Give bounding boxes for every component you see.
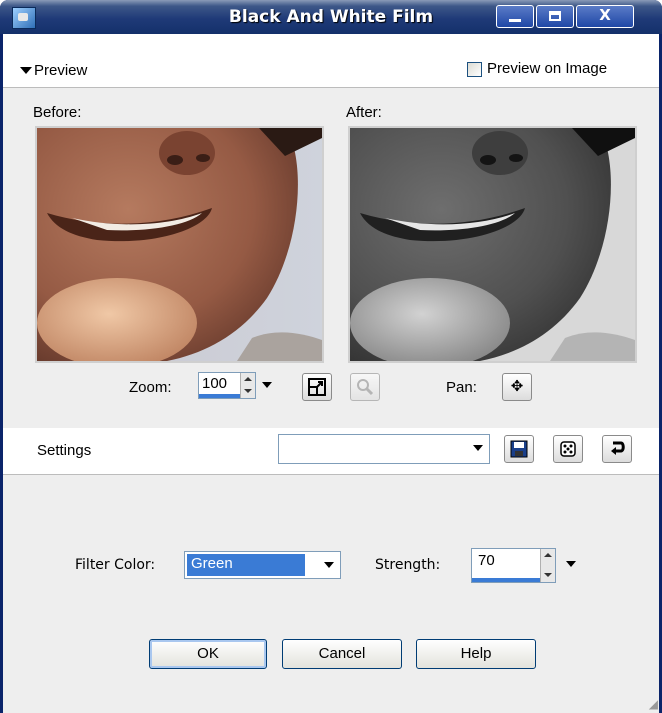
zoom-spinner[interactable]: 100 [198, 372, 256, 399]
reset-button[interactable] [602, 435, 632, 463]
dialog-window: Black And White Film X Preview Preview o… [0, 0, 662, 713]
title-bar[interactable]: Black And White Film X [0, 0, 662, 34]
reset-arrow-icon [611, 441, 625, 455]
strength-value[interactable]: 70 [478, 552, 495, 569]
zoom-spin-arrows-icon[interactable] [240, 373, 255, 398]
strength-spin-arrows-icon[interactable] [540, 549, 555, 582]
close-button[interactable]: X [576, 5, 634, 28]
zoom-dropdown-arrow-icon[interactable] [262, 382, 272, 388]
zoom-to-fit-button[interactable] [302, 373, 332, 401]
preview-toggle-label: Preview [34, 62, 88, 79]
ok-button[interactable]: OK [149, 639, 267, 669]
divider [3, 474, 659, 475]
pan-button[interactable]: ✥ [502, 373, 532, 401]
zoom-value[interactable]: 100 [202, 375, 227, 392]
pan-move-icon: ✥ [510, 378, 524, 395]
randomize-button[interactable] [553, 435, 583, 463]
zoom-label: Zoom: [129, 379, 172, 396]
floppy-disk-icon [510, 440, 528, 458]
settings-label: Settings [37, 442, 92, 459]
preview-on-image-label: Preview on Image [487, 60, 608, 77]
dice-icon [560, 441, 576, 457]
before-label: Before: [33, 104, 82, 121]
minimize-button[interactable] [496, 5, 534, 28]
chevron-down-icon[interactable] [468, 436, 488, 462]
before-preview-image[interactable] [35, 126, 324, 363]
resize-grip-icon[interactable]: ◢ [649, 697, 658, 711]
cancel-button[interactable]: Cancel [282, 639, 402, 669]
settings-preset-combo[interactable] [278, 434, 490, 464]
pan-label: Pan: [446, 379, 477, 396]
after-preview-image[interactable] [348, 126, 637, 363]
collapse-arrow-icon [20, 67, 32, 74]
filter-color-value: Green [187, 554, 305, 576]
strength-label: Strength: [375, 557, 441, 573]
help-button[interactable]: Help [416, 639, 536, 669]
checkbox-box[interactable] [467, 62, 482, 77]
filter-color-label: Filter Color: [75, 557, 156, 573]
strength-spinner[interactable]: 70 [471, 548, 556, 583]
fit-window-icon [308, 378, 326, 396]
magnifier-icon [357, 379, 374, 396]
zoom-tool-button[interactable] [350, 373, 380, 401]
after-label: After: [346, 104, 382, 121]
chevron-down-icon[interactable] [319, 553, 339, 577]
save-preset-button[interactable] [504, 435, 534, 463]
maximize-button[interactable] [536, 5, 574, 28]
filter-color-select[interactable]: Green [184, 551, 341, 579]
strength-slider-bar[interactable] [472, 578, 542, 582]
strength-dropdown-arrow-icon[interactable] [566, 561, 576, 567]
divider [3, 87, 659, 88]
zoom-slider-bar[interactable] [199, 394, 243, 398]
preview-toggle[interactable]: Preview [20, 62, 88, 79]
